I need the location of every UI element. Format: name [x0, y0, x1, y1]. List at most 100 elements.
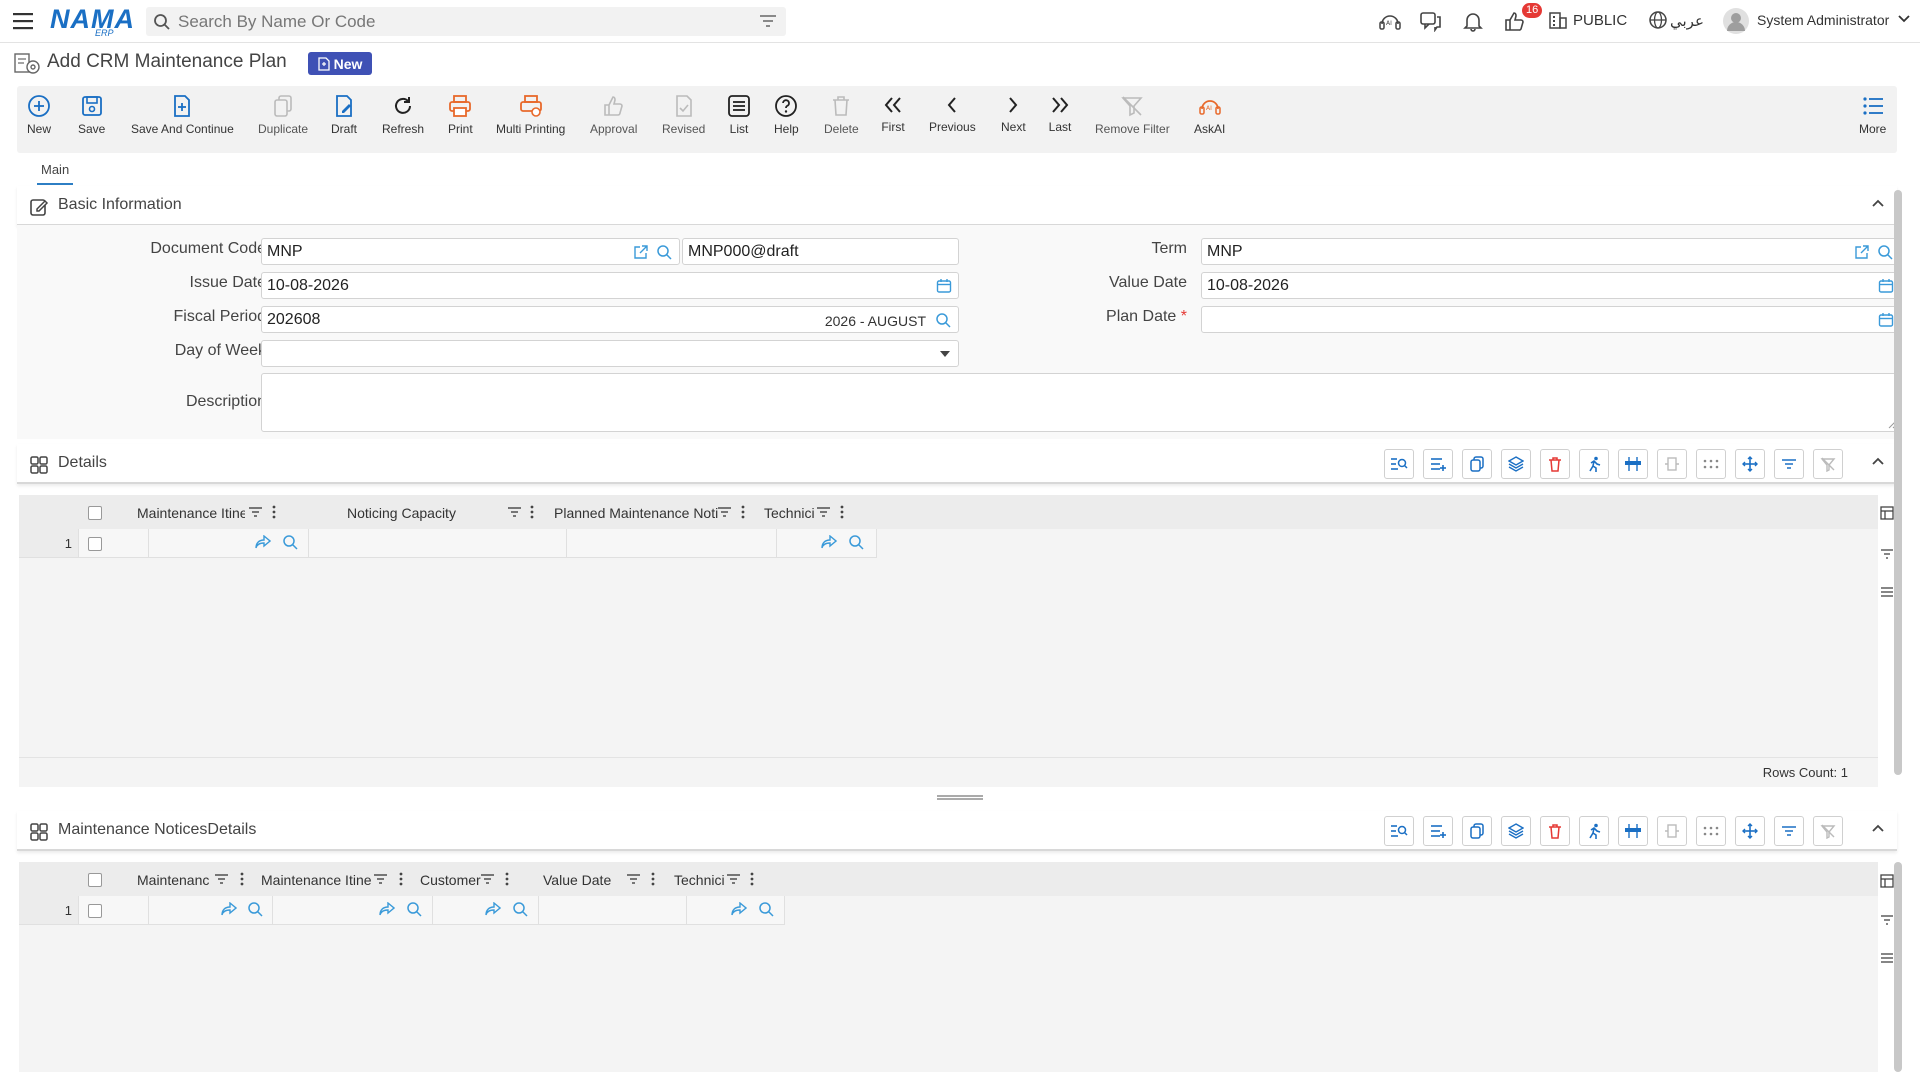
- first-button[interactable]: First: [881, 94, 905, 148]
- open-link-icon[interactable]: [633, 244, 649, 260]
- value-date-field[interactable]: 10-08-2026: [1201, 272, 1899, 299]
- document-code-field[interactable]: MNP: [261, 238, 680, 265]
- chat-icon[interactable]: [1419, 10, 1443, 32]
- column-menu-icon[interactable]: [530, 505, 534, 519]
- table-edit-icon[interactable]: [1618, 449, 1648, 479]
- column-header[interactable]: Maintenance Itine: [261, 872, 373, 888]
- column-menu-icon[interactable]: [741, 505, 745, 519]
- plan-date-field[interactable]: [1201, 306, 1899, 333]
- column-menu-icon[interactable]: [840, 505, 844, 519]
- dots-grid-icon[interactable]: [1696, 449, 1726, 479]
- filter-icon[interactable]: [249, 507, 262, 517]
- chevron-down-icon[interactable]: [1898, 14, 1910, 24]
- column-menu-icon[interactable]: [750, 872, 754, 886]
- revised-button[interactable]: Revised: [662, 94, 705, 148]
- layers-icon[interactable]: [1501, 816, 1531, 846]
- details-header[interactable]: Details: [17, 444, 1897, 484]
- tab-main[interactable]: Main: [37, 158, 74, 185]
- share-icon[interactable]: [221, 902, 237, 916]
- row-checkbox[interactable]: [88, 904, 102, 918]
- filter-icon[interactable]: [627, 874, 640, 884]
- technician-cell[interactable]: [687, 896, 785, 925]
- filter-icon[interactable]: [760, 14, 776, 28]
- column-menu-icon[interactable]: [240, 872, 244, 886]
- next-button[interactable]: Next: [1001, 94, 1026, 148]
- filter-icon[interactable]: [1880, 548, 1900, 560]
- last-button[interactable]: Last: [1048, 94, 1072, 148]
- print-button[interactable]: Print: [448, 94, 473, 148]
- filter-icon[interactable]: [215, 874, 228, 884]
- noticing-capacity-cell[interactable]: [309, 529, 567, 558]
- copy-icon[interactable]: [1462, 449, 1492, 479]
- layers-icon[interactable]: [1501, 449, 1531, 479]
- notices-details-header[interactable]: Maintenance NoticesDetails: [17, 811, 1897, 851]
- chevron-up-icon[interactable]: [1871, 456, 1885, 466]
- previous-button[interactable]: Previous: [929, 94, 976, 148]
- column-menu-icon[interactable]: [505, 872, 509, 886]
- search-icon[interactable]: [935, 312, 952, 329]
- menu-icon[interactable]: [13, 12, 33, 30]
- value-date-cell[interactable]: [539, 896, 687, 925]
- select-all-checkbox[interactable]: [88, 506, 102, 520]
- filter-icon[interactable]: [1774, 816, 1804, 846]
- row-checkbox[interactable]: [88, 537, 102, 551]
- basic-information-header[interactable]: Basic Information: [17, 186, 1897, 226]
- column-header[interactable]: Value Date: [543, 872, 633, 888]
- globe-icon[interactable]: [1648, 10, 1668, 30]
- avatar[interactable]: [1723, 8, 1749, 34]
- notices-scrollbar[interactable]: [1894, 862, 1902, 1072]
- search-input[interactable]: [178, 11, 738, 32]
- filter-icon[interactable]: [481, 874, 494, 884]
- share-icon[interactable]: [821, 535, 837, 549]
- save-button[interactable]: Save: [78, 94, 105, 148]
- filter-off-icon[interactable]: [1813, 449, 1843, 479]
- search-icon[interactable]: [758, 901, 775, 918]
- more-button[interactable]: More: [1859, 94, 1886, 148]
- filter-icon[interactable]: [718, 507, 731, 517]
- column-header[interactable]: Technici: [764, 505, 818, 521]
- ai-assistant-icon[interactable]: AI: [1378, 10, 1402, 32]
- column-width-icon[interactable]: [1657, 816, 1687, 846]
- section-resize-handle[interactable]: [937, 795, 983, 800]
- language-switch[interactable]: عربي: [1670, 12, 1704, 30]
- bell-icon[interactable]: [1462, 10, 1484, 32]
- add-row-icon[interactable]: [1423, 449, 1453, 479]
- table-row[interactable]: 1: [19, 529, 879, 558]
- draft-button[interactable]: Draft: [331, 94, 357, 148]
- refresh-button[interactable]: Refresh: [382, 94, 424, 148]
- move-icon[interactable]: [1735, 816, 1765, 846]
- share-icon[interactable]: [255, 535, 271, 549]
- run-icon[interactable]: [1579, 449, 1609, 479]
- column-header[interactable]: Maintenance: [137, 872, 209, 888]
- filter-icon[interactable]: [1880, 914, 1900, 926]
- filter-icon[interactable]: [817, 507, 830, 517]
- table-layout-icon[interactable]: [1880, 506, 1900, 520]
- column-header[interactable]: Maintenance Itine: [137, 505, 245, 521]
- column-width-icon[interactable]: [1657, 449, 1687, 479]
- copy-icon[interactable]: [1462, 816, 1492, 846]
- issue-date-field[interactable]: 10-08-2026: [261, 272, 959, 299]
- maintenance-itinerary-cell[interactable]: [273, 896, 433, 925]
- filter-icon[interactable]: [727, 874, 740, 884]
- planned-maintenance-cell[interactable]: [567, 529, 777, 558]
- fiscal-period-field[interactable]: 202608 2026 - AUGUST: [261, 306, 959, 333]
- duplicate-button[interactable]: Duplicate: [258, 94, 308, 148]
- details-scrollbar[interactable]: [1894, 190, 1902, 775]
- branch-label[interactable]: PUBLIC: [1573, 12, 1627, 29]
- column-header[interactable]: Planned Maintenance Noti: [554, 505, 718, 521]
- column-header[interactable]: Customer: [420, 872, 482, 888]
- trash-icon[interactable]: [1540, 449, 1570, 479]
- share-icon[interactable]: [731, 902, 747, 916]
- search-icon[interactable]: [406, 901, 423, 918]
- table-layout-icon[interactable]: [1880, 874, 1900, 888]
- day-of-week-select[interactable]: [261, 340, 959, 367]
- search-icon[interactable]: [247, 901, 264, 918]
- columns-menu-icon[interactable]: [1880, 952, 1900, 964]
- search-list-icon[interactable]: [1384, 449, 1414, 479]
- select-all-checkbox[interactable]: [88, 873, 102, 887]
- column-header[interactable]: Technici: [674, 872, 726, 888]
- nama-logo[interactable]: NAMA ERP: [50, 4, 134, 38]
- description-textarea[interactable]: [261, 373, 1901, 432]
- open-link-icon[interactable]: [1854, 244, 1870, 260]
- filter-icon[interactable]: [374, 874, 387, 884]
